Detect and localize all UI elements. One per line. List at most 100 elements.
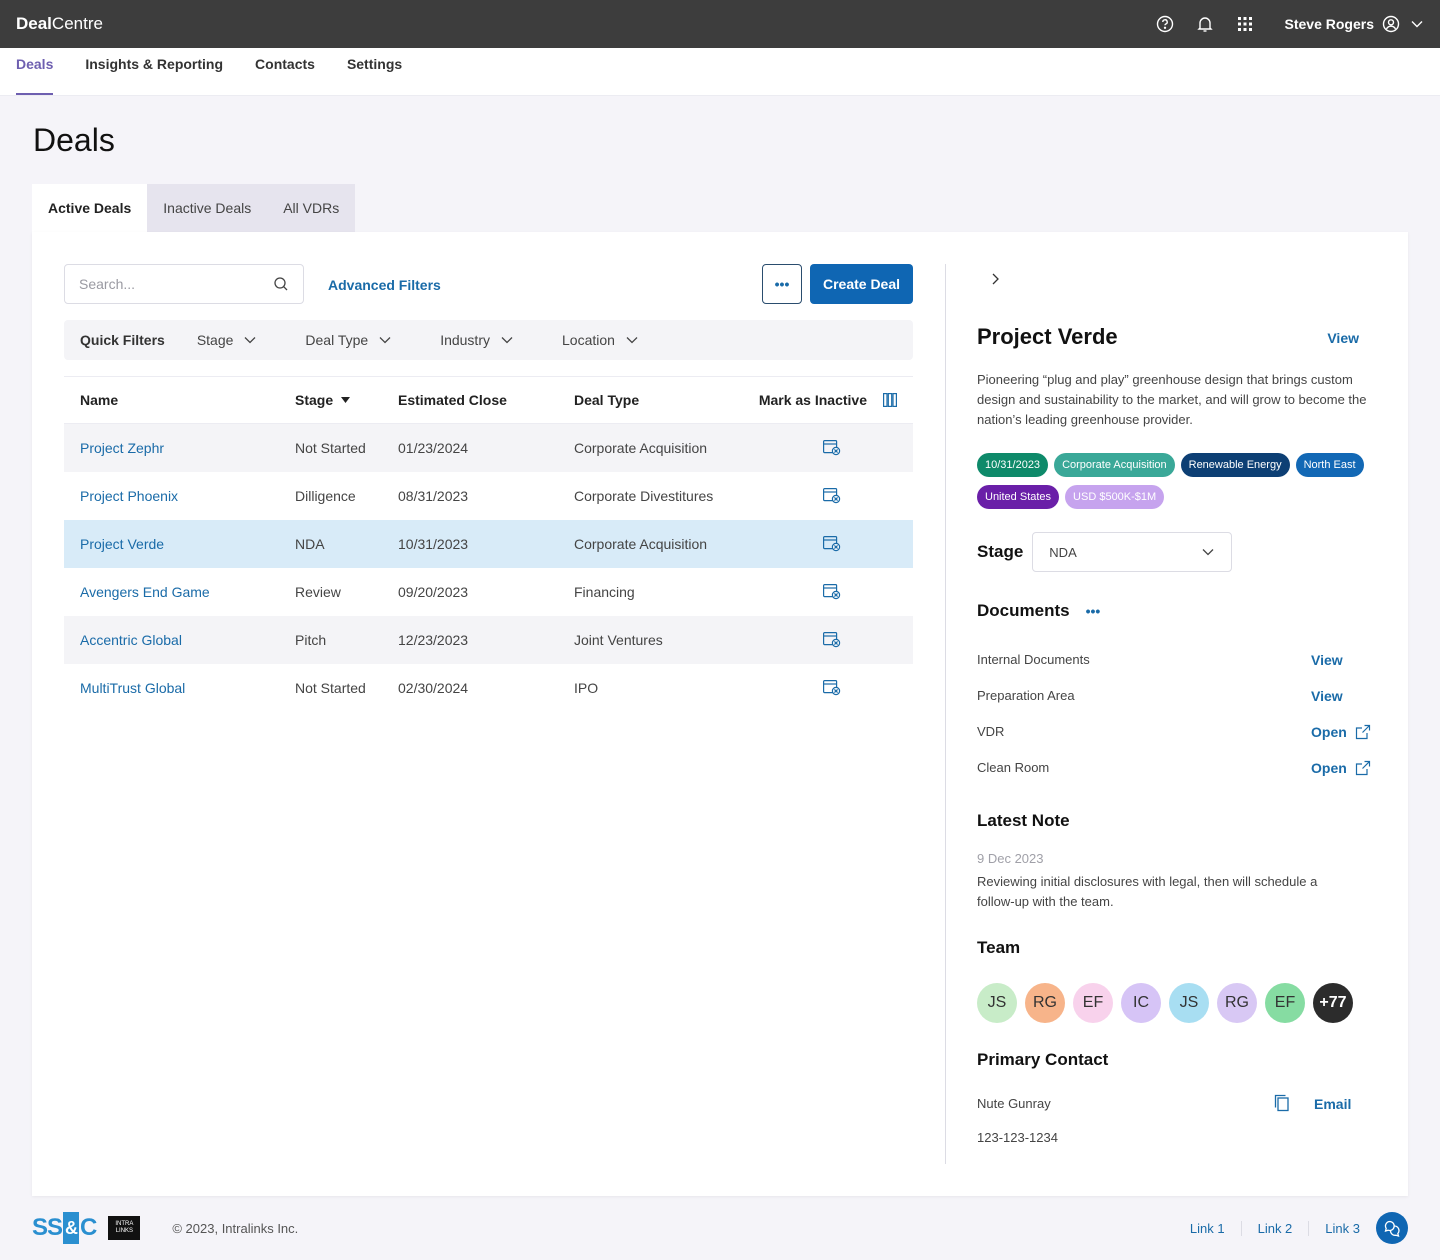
deal-name-link[interactable]: Project Phoenix xyxy=(80,488,178,504)
contact-email-link[interactable]: Email xyxy=(1314,1096,1351,1112)
document-action-link[interactable]: Open xyxy=(1311,724,1371,740)
latest-note-title: Latest Note xyxy=(977,811,1070,830)
user-name[interactable]: Steve Rogers xyxy=(1285,16,1374,32)
nav-settings[interactable]: Settings xyxy=(347,47,402,95)
column-estimated-close[interactable]: Estimated Close xyxy=(398,392,574,408)
stage-select[interactable]: NDA xyxy=(1032,532,1233,572)
documents-more-icon[interactable]: ••• xyxy=(1086,603,1101,619)
tab-inactive-deals[interactable]: Inactive Deals xyxy=(147,184,268,232)
team-member-avatar[interactable]: RG xyxy=(1025,983,1065,1023)
team-member-avatar[interactable]: JS xyxy=(977,983,1017,1023)
deal-type: Corporate Acquisition xyxy=(574,440,708,456)
deal-estimated-close: 12/23/2023 xyxy=(398,632,469,648)
table-row[interactable]: Project Phoenix Dilligence 08/31/2023 Corpo… xyxy=(64,472,913,520)
team-title: Team xyxy=(977,938,1021,957)
team-member-avatar[interactable]: EF xyxy=(1073,983,1113,1023)
apps-grid-icon[interactable] xyxy=(1225,0,1265,48)
mark-inactive-button[interactable] xyxy=(750,536,913,552)
tag-chip: Corporate Acquisition xyxy=(1054,453,1175,477)
table-row[interactable]: Project Verde NDA 10/31/2023 Corporate Acqu… xyxy=(64,520,913,568)
nav-contacts[interactable]: Contacts xyxy=(255,47,315,95)
deal-type: Corporate Divestitures xyxy=(574,488,714,504)
mark-inactive-icon xyxy=(822,680,840,696)
deal-name-link[interactable]: MultiTrust Global xyxy=(80,680,185,696)
copyright: © 2023, Intralinks Inc. xyxy=(172,1220,299,1236)
column-name[interactable]: Name xyxy=(64,392,295,408)
panel-description: Pioneering “plug and play” greenhouse de… xyxy=(977,372,1367,427)
footer-link-1[interactable]: Link 1 xyxy=(1174,1220,1242,1236)
primary-contact-title: Primary Contact xyxy=(977,1050,1109,1069)
quick-filters-bar: Quick Filters Stage Deal Type Industry L… xyxy=(64,320,913,360)
panel-divider xyxy=(945,264,946,1164)
help-icon[interactable] xyxy=(1145,0,1185,48)
mark-inactive-button[interactable] xyxy=(750,632,913,648)
column-stage[interactable]: Stage xyxy=(295,392,398,408)
team-member-avatar[interactable]: IC xyxy=(1121,983,1161,1023)
search-input[interactable] xyxy=(79,276,273,292)
panel-title: Project Verde xyxy=(977,324,1118,349)
deal-name-link[interactable]: Project Verde xyxy=(80,536,164,552)
deal-type: Joint Ventures xyxy=(574,632,663,648)
user-icon[interactable] xyxy=(1382,15,1400,33)
panel-view-link[interactable]: View xyxy=(1327,330,1359,346)
app-logo[interactable]: DealCentre xyxy=(16,14,103,34)
team-overflow-count[interactable]: +77 xyxy=(1313,983,1353,1023)
team-member-avatar[interactable]: RG xyxy=(1217,983,1257,1023)
advanced-filters-link[interactable]: Advanced Filters xyxy=(328,277,441,293)
more-options-button[interactable]: ••• xyxy=(762,264,802,304)
table-row[interactable]: Accentric Global Pitch 12/23/2023 Joint Ven… xyxy=(64,616,913,664)
footer-link-2[interactable]: Link 2 xyxy=(1242,1220,1310,1236)
team-member-avatar[interactable]: EF xyxy=(1265,983,1305,1023)
search-icon[interactable] xyxy=(273,276,289,292)
chat-button[interactable] xyxy=(1376,1212,1408,1244)
mark-inactive-icon xyxy=(822,440,840,456)
mark-inactive-icon xyxy=(822,536,840,552)
filter-stage[interactable]: Stage xyxy=(197,332,258,348)
nav-insights-reporting[interactable]: Insights & Reporting xyxy=(85,47,223,95)
column-deal-type[interactable]: Deal Type xyxy=(574,392,750,408)
document-row: Clean Room Open xyxy=(977,760,1372,776)
mark-inactive-button[interactable] xyxy=(750,680,913,696)
mark-inactive-button[interactable] xyxy=(750,488,913,504)
nav-deals[interactable]: Deals xyxy=(16,47,54,95)
bell-icon[interactable] xyxy=(1185,0,1225,48)
documents-title: Documents xyxy=(977,601,1070,620)
search-box xyxy=(64,264,304,304)
filter-industry[interactable]: Industry xyxy=(440,332,514,348)
tab-active-deals[interactable]: Active Deals xyxy=(32,184,148,232)
stage-label: Stage xyxy=(977,542,1024,561)
tag-list: 10/31/2023 Corporate Acquisition Renewable… xyxy=(977,453,1372,509)
table-row[interactable]: Avengers End Game Review 09/20/2023 Financi… xyxy=(64,568,913,616)
document-name: Preparation Area xyxy=(977,688,1075,703)
filter-location[interactable]: Location xyxy=(562,332,639,348)
mark-inactive-icon xyxy=(822,632,840,648)
tag-chip: 10/31/2023 xyxy=(977,453,1049,477)
create-deal-button[interactable]: Create Deal xyxy=(810,264,913,304)
document-action-link[interactable]: Open xyxy=(1311,760,1371,776)
collapse-panel-chevron-icon[interactable] xyxy=(989,272,1001,291)
contact-name: Nute Gunray xyxy=(977,1096,1051,1111)
deal-name-link[interactable]: Avengers End Game xyxy=(80,584,210,600)
deal-type: IPO xyxy=(574,680,599,696)
deal-name-link[interactable]: Accentric Global xyxy=(80,632,182,648)
table-row[interactable]: MultiTrust Global Not Started 02/30/2024 IP… xyxy=(64,664,913,712)
tab-all-vdrs[interactable]: All VDRs xyxy=(267,184,356,232)
external-link-icon xyxy=(1355,760,1370,775)
columns-icon[interactable] xyxy=(883,393,897,407)
chevron-down-icon[interactable] xyxy=(1410,17,1424,31)
mark-inactive-button[interactable] xyxy=(750,440,913,456)
footer-link-3[interactable]: Link 3 xyxy=(1309,1221,1376,1236)
team-member-avatar[interactable]: JS xyxy=(1169,983,1209,1023)
deal-name-link[interactable]: Project Zephr xyxy=(80,440,164,456)
mark-inactive-button[interactable] xyxy=(750,584,913,600)
tag-chip: United States xyxy=(977,485,1060,509)
filter-deal-type[interactable]: Deal Type xyxy=(305,332,392,348)
document-action-link[interactable]: View xyxy=(1311,688,1343,704)
copy-icon[interactable] xyxy=(1274,1094,1290,1117)
deal-type: Corporate Acquisition xyxy=(574,536,708,552)
document-action-link[interactable]: View xyxy=(1311,652,1343,668)
contact-phone: 123-123-1234 xyxy=(977,1130,1058,1145)
table-row[interactable]: Project Zephr Not Started 01/23/2024 Corpor… xyxy=(64,424,913,472)
chevron-down-icon xyxy=(501,337,513,344)
mark-inactive-icon xyxy=(822,584,840,600)
